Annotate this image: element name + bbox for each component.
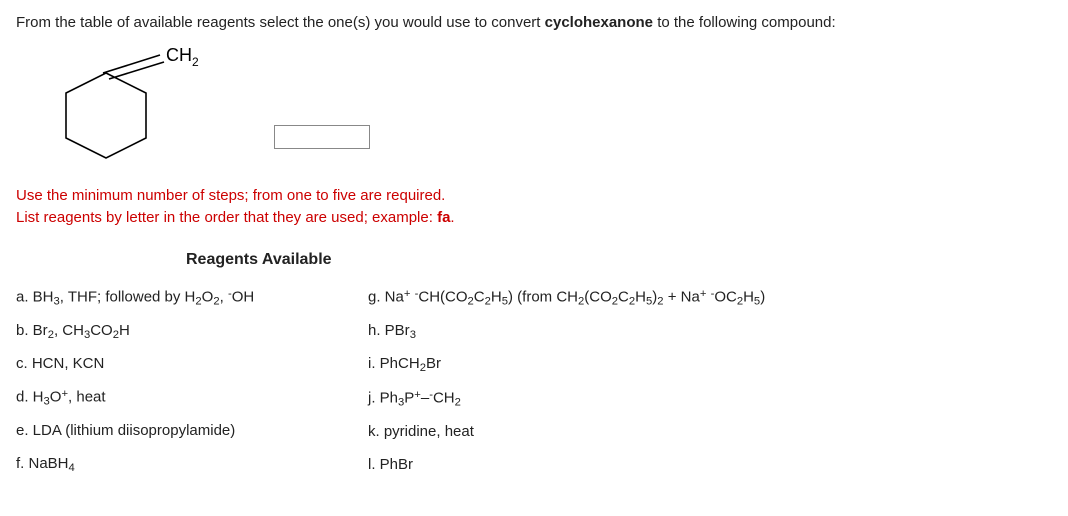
instr2-prefix: List reagents by letter in the order tha… <box>16 209 437 226</box>
instructions-block: Use the minimum number of steps; from on… <box>16 185 1052 230</box>
instruction-line-1: Use the minimum number of steps; from on… <box>16 185 1052 208</box>
answer-input[interactable] <box>274 125 370 149</box>
reagent-row: c. HCN, KCN <box>16 353 346 376</box>
reagent-row: k. pyridine, heat <box>368 421 765 444</box>
reagent-row: f. NaBH4 <box>16 453 346 477</box>
reagent-row: h. PBr3 <box>368 320 765 344</box>
cyclohexane-methylene-svg: CH2 <box>56 43 276 173</box>
question-bold: cyclohexanone <box>545 14 653 31</box>
instruction-line-2: List reagents by letter in the order tha… <box>16 207 1052 230</box>
reagents-right-column: g. Na+ -CH(CO2C2H5) (from CH2(CO2C2H5)2 … <box>368 286 765 477</box>
instr2-suffix: . <box>450 209 454 226</box>
svg-text:CH2: CH2 <box>166 45 199 69</box>
question-suffix: to the following compound: <box>657 14 835 31</box>
structure-label-text: CH <box>166 45 192 65</box>
reagent-row: g. Na+ -CH(CO2C2H5) (from CH2(CO2C2H5)2 … <box>368 286 765 310</box>
reagent-row: l. PhBr <box>368 454 765 477</box>
reagent-row: b. Br2, CH3CO2H <box>16 320 346 344</box>
reagent-row: d. H3O+, heat <box>16 386 346 410</box>
question-prefix: From the table of available reagents sel… <box>16 14 545 31</box>
reagent-row: e. LDA (lithium diisopropylamide) <box>16 420 346 443</box>
reagent-row: j. Ph3P+–-CH2 <box>368 387 765 411</box>
reagent-row: i. PhCH2Br <box>368 353 765 377</box>
question-text: From the table of available reagents sel… <box>16 12 1052 35</box>
instr2-bold: fa <box>437 209 450 226</box>
reagents-header: Reagents Available <box>186 248 1052 272</box>
reagents-table: a. BH3, THF; followed by H2O2, -OH b. Br2… <box>16 286 1052 477</box>
reagent-row: a. BH3, THF; followed by H2O2, -OH <box>16 286 346 310</box>
reagents-left-column: a. BH3, THF; followed by H2O2, -OH b. Br2… <box>16 286 346 477</box>
structure-area: CH2 <box>56 43 1052 173</box>
